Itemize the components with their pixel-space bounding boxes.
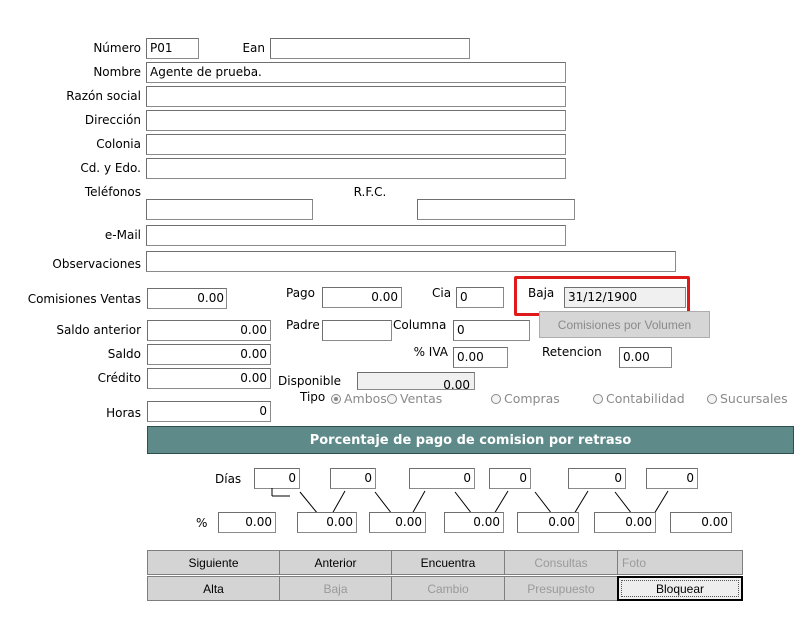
email-field[interactable]	[146, 225, 566, 246]
saldo-anterior-label: Saldo anterior	[56, 323, 141, 337]
credito-field[interactable]: 0.00	[147, 368, 271, 389]
pct-field-7[interactable]: 0.00	[670, 512, 732, 533]
telefonos-field[interactable]	[146, 199, 313, 220]
columna-label: Columna	[393, 318, 447, 332]
dias-field-2[interactable]: 0	[330, 468, 376, 489]
observaciones-label: Observaciones	[52, 257, 141, 271]
padre-label: Padre	[286, 318, 320, 332]
disponible-field: 0.00	[357, 372, 475, 390]
observaciones-field[interactable]	[146, 251, 676, 272]
iva-field[interactable]: 0.00	[453, 347, 508, 368]
direccion-label: Dirección	[84, 113, 141, 127]
numero-label: Número	[93, 41, 141, 55]
alta-button[interactable]: Alta	[147, 576, 280, 601]
pct-field-2[interactable]: 0.00	[297, 512, 357, 533]
bloquear-button[interactable]: Bloquear	[617, 576, 743, 601]
horas-field[interactable]: 0	[147, 401, 271, 422]
cambio-button[interactable]: Cambio	[391, 576, 505, 601]
foto-button[interactable]: Foto	[617, 550, 743, 575]
credito-label: Crédito	[97, 371, 141, 385]
radio-icon	[707, 393, 717, 404]
presupuesto-button[interactable]: Presupuesto	[504, 576, 618, 601]
ean-field[interactable]	[270, 38, 470, 59]
radio-icon	[387, 393, 397, 404]
radio-icon	[593, 393, 603, 404]
baja-highlight	[514, 276, 690, 316]
cia-field[interactable]: 0	[456, 287, 504, 308]
pct-field-4[interactable]: 0.00	[444, 512, 504, 533]
ean-label: Ean	[242, 41, 265, 55]
saldo-field[interactable]: 0.00	[147, 344, 271, 365]
comisiones-ventas-label: Comisiones Ventas	[27, 292, 141, 306]
rfc-field[interactable]	[417, 199, 575, 220]
cia-label: Cia	[432, 286, 452, 300]
pct-field-3[interactable]: 0.00	[369, 512, 426, 533]
encuentra-button[interactable]: Encuentra	[391, 550, 505, 575]
radio-icon	[491, 393, 501, 404]
radio-selected-icon	[331, 393, 341, 404]
cd-edo-field[interactable]	[146, 158, 566, 179]
tipo-radio-ventas[interactable]: Ventas	[387, 391, 442, 406]
colonia-field[interactable]	[146, 134, 566, 155]
nombre-label: Nombre	[93, 65, 141, 79]
retraso-header: Porcentaje de pago de comision por retra…	[147, 426, 794, 454]
pago-label: Pago	[286, 286, 316, 300]
pct-field-6[interactable]: 0.00	[594, 512, 656, 533]
columna-field[interactable]: 0	[453, 320, 530, 341]
saldo-label: Saldo	[107, 347, 141, 361]
tipo-radio-compras[interactable]: Compras	[491, 391, 560, 406]
rfc-label: R.F.C.	[353, 185, 387, 199]
consultas-button[interactable]: Consultas	[504, 550, 618, 575]
pct-field-5[interactable]: 0.00	[517, 512, 579, 533]
dias-field-6[interactable]: 0	[646, 468, 698, 489]
dias-field-3[interactable]: 0	[409, 468, 475, 489]
tipo-label: Tipo	[300, 390, 326, 404]
cd-edo-label: Cd. y Edo.	[80, 161, 141, 175]
direccion-field[interactable]	[146, 110, 566, 131]
razon-social-field[interactable]	[146, 86, 566, 107]
siguiente-button[interactable]: Siguiente	[147, 550, 280, 575]
pago-field[interactable]: 0.00	[322, 287, 402, 308]
numero-field[interactable]: P01	[146, 38, 199, 59]
baja-button[interactable]: Baja	[279, 576, 392, 601]
pct-label: %	[196, 516, 208, 530]
padre-field[interactable]	[322, 320, 392, 341]
razon-social-label: Razón social	[66, 89, 141, 103]
email-label: e-Mail	[104, 228, 141, 242]
nombre-field[interactable]: Agente de prueba.	[146, 62, 566, 83]
tipo-radio-ambos[interactable]: Ambos	[331, 391, 387, 406]
dias-label: Días	[215, 472, 242, 486]
telefonos-label: Teléfonos	[84, 185, 141, 199]
saldo-anterior-field[interactable]: 0.00	[147, 320, 271, 341]
dias-field-4[interactable]: 0	[489, 468, 531, 489]
horas-label: Horas	[106, 406, 141, 420]
retencion-field[interactable]: 0.00	[619, 347, 672, 368]
anterior-button[interactable]: Anterior	[279, 550, 392, 575]
disponible-label: Disponible	[278, 374, 342, 388]
dias-field-1[interactable]: 0	[254, 468, 300, 489]
comisiones-ventas-field[interactable]: 0.00	[147, 288, 227, 309]
retencion-label: Retencion	[542, 345, 602, 359]
iva-label: % IVA	[413, 345, 448, 359]
dias-field-5[interactable]: 0	[568, 468, 626, 489]
comisiones-volumen-button[interactable]: Comisiones por Volumen	[539, 311, 710, 338]
colonia-label: Colonia	[96, 137, 141, 151]
tipo-radio-contabilidad[interactable]: Contabilidad	[593, 391, 685, 406]
pct-field-1[interactable]: 0.00	[218, 512, 276, 533]
tipo-radio-sucursales[interactable]: Sucursales	[707, 391, 788, 406]
